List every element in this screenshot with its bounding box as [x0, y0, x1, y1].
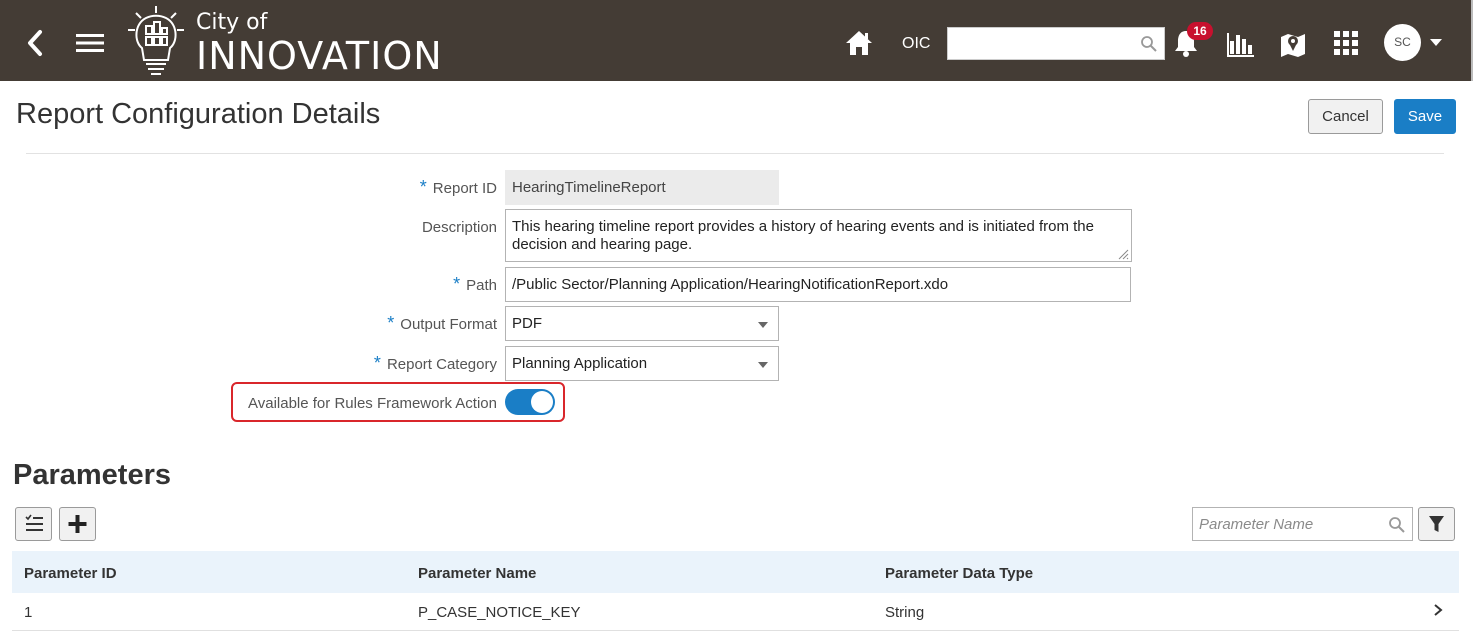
description-label: Description [421, 219, 497, 236]
output-format-label-text: Output Format [400, 316, 497, 333]
parameter-search-field[interactable] [1192, 507, 1413, 541]
multi-select-list-button[interactable] [15, 507, 52, 541]
report-id-label-text: Report ID [432, 180, 497, 197]
logo-text-line1: City of [196, 10, 268, 35]
toggle-knob [531, 391, 553, 413]
page-title: Report Configuration Details [16, 98, 381, 130]
search-icon[interactable] [1140, 35, 1158, 58]
top-header-bar: City of INNOVATION OIC 16 SC [0, 0, 1473, 81]
report-category-label-text: Report Category [386, 356, 497, 373]
city-logo[interactable]: City of INNOVATION [124, 4, 504, 78]
column-header-parameter-data-type[interactable]: Parameter Data Type [885, 565, 1033, 582]
parameters-table-header: Parameter ID Parameter Name Parameter Da… [12, 551, 1459, 593]
output-format-value: PDF [512, 315, 542, 332]
parameter-search-input[interactable] [1193, 508, 1378, 540]
cell-parameter-id: 1 [24, 604, 33, 621]
parameters-heading: Parameters [13, 459, 171, 491]
app-grid-icon[interactable] [1333, 30, 1359, 56]
user-avatar[interactable]: SC [1384, 24, 1421, 61]
report-id-field: HearingTimelineReport [505, 170, 779, 205]
save-button[interactable]: Save [1394, 99, 1456, 134]
global-search-input[interactable] [948, 28, 1128, 59]
hamburger-menu-icon[interactable] [74, 31, 106, 55]
report-id-label: * Report ID [197, 177, 497, 198]
chevron-down-icon[interactable] [1430, 39, 1442, 46]
oic-label[interactable]: OIC [902, 35, 930, 53]
column-header-parameter-name[interactable]: Parameter Name [418, 565, 536, 582]
table-row[interactable]: 1 P_CASE_NOTICE_KEY String [12, 593, 1459, 631]
report-category-label: * Report Category [197, 353, 497, 374]
add-parameter-button[interactable] [59, 507, 96, 541]
path-label: * Path [197, 274, 497, 295]
report-category-select[interactable]: Planning Application [505, 346, 779, 381]
description-text: This hearing timeline report provides a … [512, 218, 1094, 253]
notification-count-badge[interactable]: 16 [1187, 22, 1213, 40]
filter-button[interactable] [1418, 507, 1455, 541]
lightbulb-logo-icon [128, 6, 184, 75]
output-format-select[interactable]: PDF [505, 306, 779, 341]
description-textarea[interactable]: This hearing timeline report provides a … [505, 209, 1132, 262]
dropdown-caret-icon[interactable] [758, 362, 768, 368]
required-asterisk: * [453, 274, 461, 294]
map-location-icon[interactable] [1278, 29, 1308, 59]
output-format-label: * Output Format [197, 313, 497, 334]
report-category-value: Planning Application [512, 355, 648, 372]
rules-framework-label: Available for Rules Framework Action [248, 395, 497, 412]
home-icon[interactable] [843, 28, 875, 58]
section-divider [26, 153, 1444, 154]
rules-framework-toggle[interactable] [505, 389, 555, 415]
global-search-field[interactable] [947, 27, 1165, 60]
cell-parameter-data-type: String [885, 604, 925, 621]
column-header-parameter-id[interactable]: Parameter ID [24, 565, 117, 582]
required-asterisk: * [373, 353, 381, 373]
resize-handle-icon[interactable] [1117, 247, 1129, 260]
search-icon[interactable] [1388, 516, 1406, 539]
back-arrow-icon[interactable] [22, 28, 48, 58]
chevron-right-icon[interactable] [1433, 603, 1443, 622]
path-input[interactable]: /Public Sector/Planning Application/Hear… [505, 267, 1131, 302]
cancel-button[interactable]: Cancel [1308, 99, 1383, 134]
required-asterisk: * [387, 313, 395, 333]
checklist-icon [25, 514, 43, 531]
plus-icon [68, 515, 87, 533]
filter-funnel-icon [1429, 516, 1444, 532]
logo-text-line2: INNOVATION [196, 34, 443, 78]
analytics-chart-icon[interactable] [1225, 29, 1255, 59]
path-label-text: Path [466, 277, 497, 294]
required-asterisk: * [419, 177, 427, 197]
cell-parameter-name: P_CASE_NOTICE_KEY [418, 604, 581, 621]
dropdown-caret-icon[interactable] [758, 322, 768, 328]
